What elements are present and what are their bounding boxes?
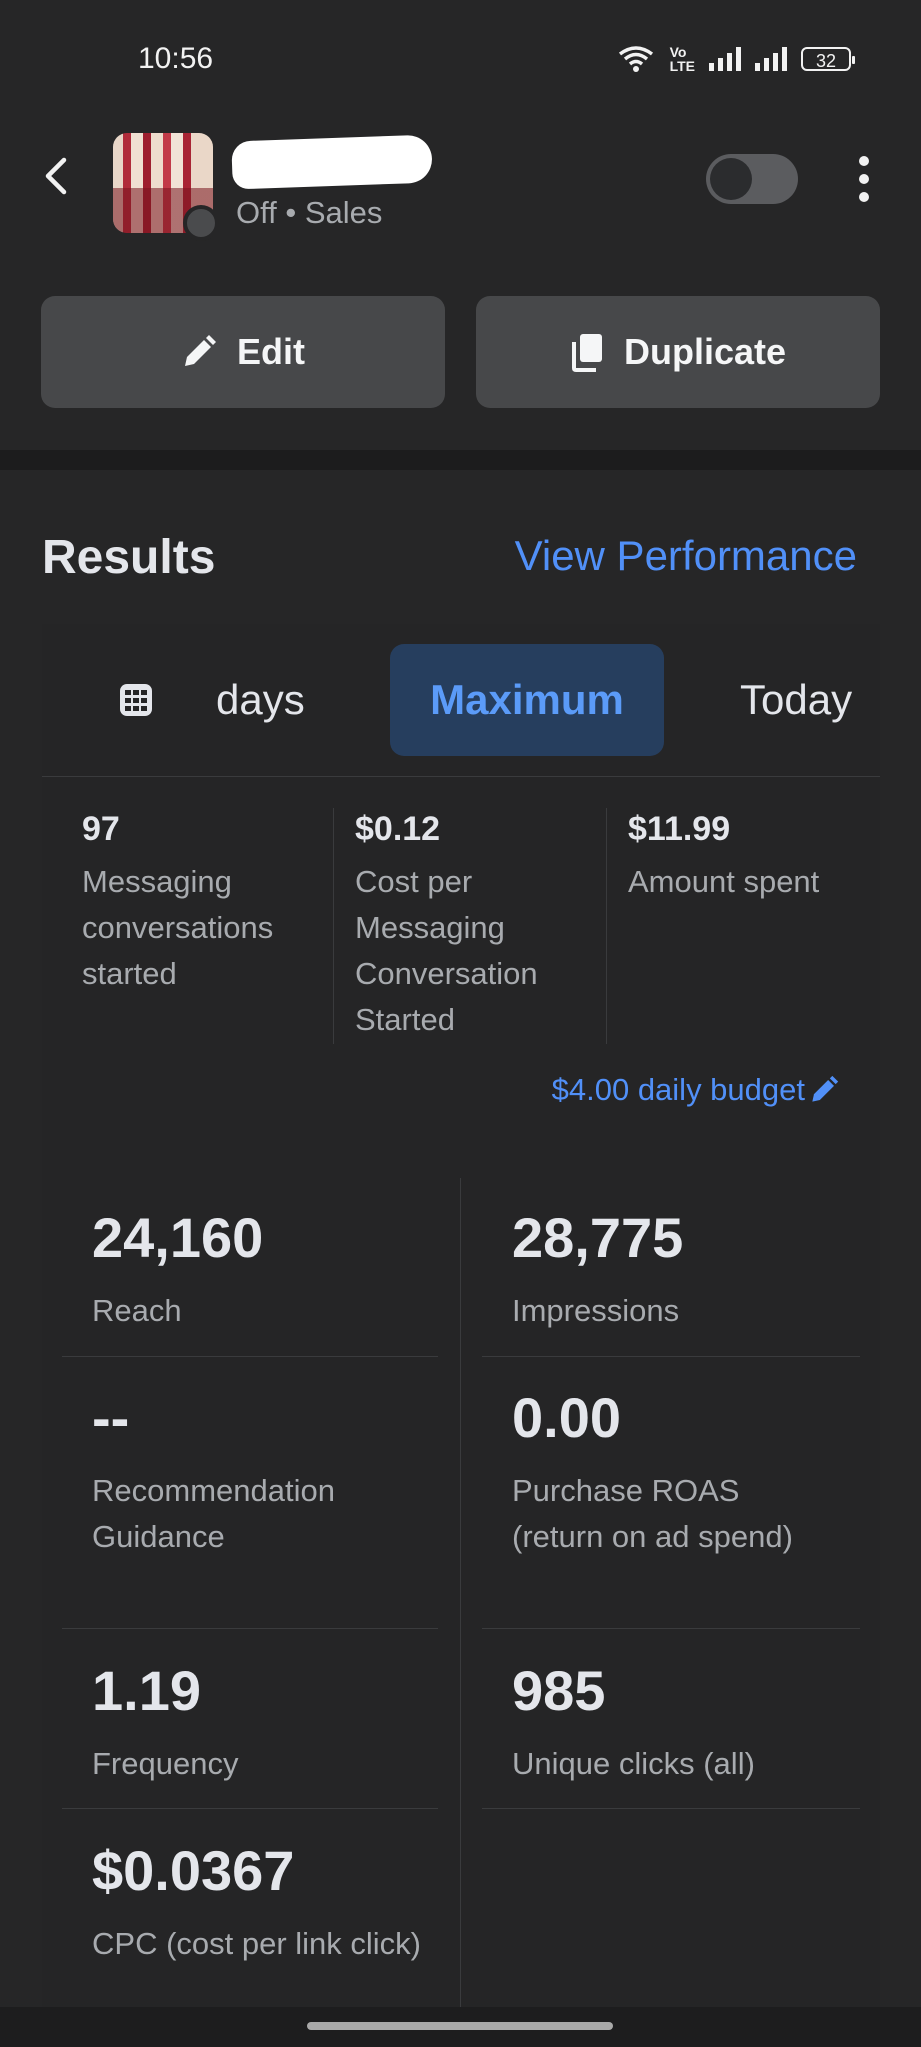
summary-value: $11.99 — [628, 810, 731, 848]
wifi-icon — [618, 46, 653, 72]
battery-icon: 32 — [801, 47, 855, 71]
metric-value: 0.00 — [512, 1386, 621, 1449]
tab-days[interactable]: days — [216, 676, 305, 724]
metric-value: 985 — [512, 1659, 606, 1722]
tab-today[interactable]: Today — [740, 676, 852, 724]
duplicate-button[interactable]: Duplicate — [476, 296, 880, 408]
edit-label: Edit — [237, 331, 305, 372]
metric-value: 1.19 — [92, 1659, 201, 1722]
metrics-divider — [460, 1178, 461, 2008]
row-divider — [482, 1356, 860, 1357]
metric-frequency: 1.19 Frequency — [92, 1658, 432, 1787]
status-icons: Vo LTE 32 — [616, 44, 855, 74]
signal-icon-2 — [755, 47, 787, 71]
status-dot — [183, 205, 219, 241]
metric-cpc: $0.0367 CPC (cost per link click) — [92, 1838, 432, 1967]
summary-value: 97 — [82, 810, 120, 848]
volte-label: Vo LTE — [669, 44, 695, 74]
row-divider — [62, 1808, 438, 1809]
metric-label: CPC (cost per link click) — [92, 1926, 421, 1961]
metric-label: Frequency — [92, 1746, 239, 1781]
metric-label: Unique clicks (all) — [512, 1746, 755, 1781]
metric-label: Purchase ROAS (return on ad spend) — [512, 1473, 793, 1554]
pencil-icon — [185, 335, 216, 366]
tab-maximum[interactable]: Maximum — [390, 644, 664, 756]
toggle-knob — [710, 158, 752, 200]
signal-icon — [709, 47, 741, 71]
section-divider — [0, 450, 921, 470]
pencil-small-icon — [812, 1075, 839, 1102]
metric-label: Reach — [92, 1293, 182, 1328]
metric-impressions: 28,775 Impressions — [512, 1205, 852, 1334]
home-gesture-handle[interactable] — [307, 2022, 613, 2030]
row-divider — [62, 1356, 438, 1357]
copy-icon — [571, 334, 602, 372]
row-divider — [62, 1628, 438, 1629]
summary-divider — [606, 808, 607, 1044]
daily-budget-label: $4.00 daily budget — [551, 1072, 805, 1107]
metric-label: Impressions — [512, 1293, 680, 1328]
summary-item: 97 Messaging conversations started — [82, 810, 312, 997]
results-title: Results — [42, 531, 216, 584]
duplicate-label: Duplicate — [623, 331, 787, 372]
more-vertical-icon[interactable] — [856, 156, 872, 202]
metric-value: -- — [92, 1386, 130, 1449]
edit-button[interactable]: Edit — [41, 296, 445, 408]
metric-label: Recommendation Guidance — [92, 1473, 335, 1554]
metric-unique-clicks: 985 Unique clicks (all) — [512, 1658, 852, 1787]
summary-label: Amount spent — [628, 864, 820, 899]
campaign-name-redacted — [231, 134, 433, 190]
row-divider — [482, 1628, 860, 1629]
summary-value: $0.12 — [355, 810, 441, 848]
chevron-left-icon[interactable] — [42, 156, 70, 196]
row-divider — [482, 1808, 860, 1809]
status-time: 10:56 — [138, 42, 214, 75]
summary-divider — [333, 808, 334, 1044]
metric-value: $0.0367 — [92, 1839, 295, 1902]
summary-label: Messaging conversations started — [82, 864, 274, 991]
metric-recommendation: -- Recommendation Guidance — [92, 1385, 432, 1560]
metric-reach: 24,160 Reach — [92, 1205, 432, 1334]
calendar-icon[interactable] — [118, 682, 154, 718]
metric-value: 24,160 — [92, 1206, 264, 1269]
summary-label: Cost per Messaging Conversation Started — [355, 864, 538, 1037]
summary-item: $11.99 Amount spent — [628, 810, 868, 905]
daily-budget-link[interactable]: $4.00 daily budget — [552, 1072, 839, 1108]
view-performance-link[interactable]: View Performance — [515, 532, 857, 580]
summary-item: $0.12 Cost per Messaging Conversation St… — [355, 810, 585, 1043]
campaign-subtitle: Off • Sales — [236, 195, 383, 230]
metric-value: 28,775 — [512, 1206, 684, 1269]
metric-purchase-roas: 0.00 Purchase ROAS (return on ad spend) — [512, 1385, 812, 1560]
